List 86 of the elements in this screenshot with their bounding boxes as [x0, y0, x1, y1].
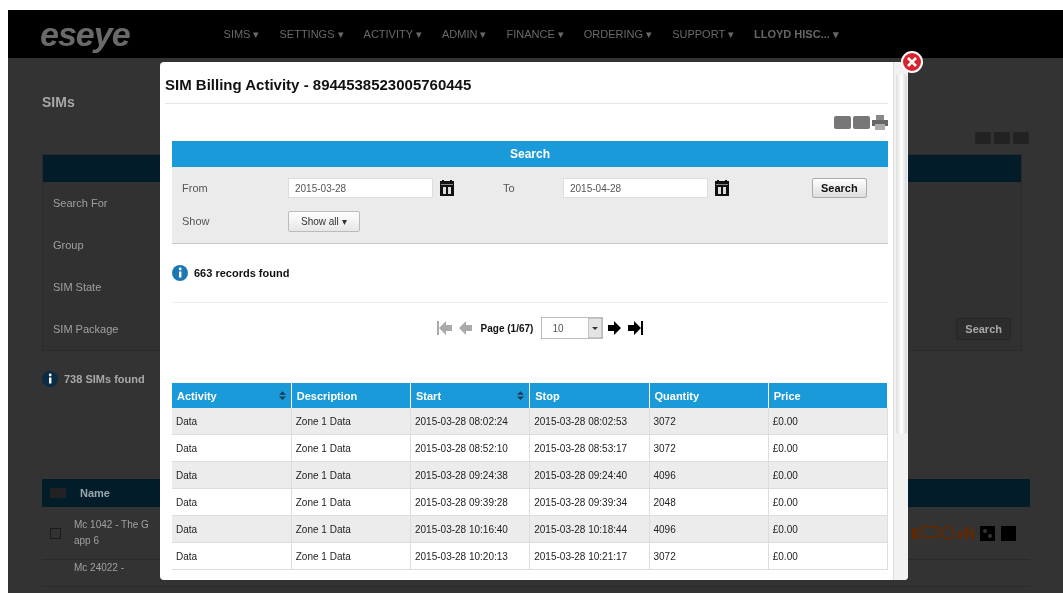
column-header[interactable]: Stop — [529, 383, 649, 408]
table-cell: £0.00 — [768, 434, 888, 462]
table-cell: Zone 1 Data — [291, 542, 411, 570]
table-cell: 2015-03-28 09:24:38 — [410, 461, 530, 489]
table-cell: £0.00 — [768, 408, 888, 435]
panel-title: Search — [172, 141, 888, 167]
page-indicator: Page (1/67) — [480, 322, 534, 334]
nav-menu-item[interactable]: SETTINGS ▾ — [279, 27, 344, 41]
nav-menu-item[interactable]: SIMS ▾ — [223, 27, 260, 41]
to-date-field[interactable]: 2015-04-28 — [563, 178, 708, 198]
nav-menu-item[interactable]: FINANCE ▾ — [506, 27, 564, 41]
nav-menu-item[interactable]: LLOYD HISC... ▾ — [753, 27, 839, 41]
table-cell: 2015-03-28 10:18:44 — [529, 515, 649, 543]
calendar-icon[interactable] — [440, 180, 454, 196]
table-cell-text: Mc 24022 - — [73, 561, 126, 575]
table-cell: 2015-03-28 09:24:40 — [529, 461, 649, 489]
table-cell: 2015-03-28 09:39:28 — [410, 488, 530, 516]
page-size-select[interactable]: 10 — [541, 317, 604, 339]
to-label: To — [503, 182, 516, 194]
column-header[interactable]: Activity — [172, 383, 292, 408]
table-cell: £0.00 — [768, 461, 888, 489]
checkbox[interactable] — [50, 488, 66, 498]
nav-menu-item[interactable]: ADMIN ▾ — [441, 27, 487, 41]
table-cell: Zone 1 Data — [291, 515, 411, 543]
table-cell: 4096 — [649, 515, 769, 543]
sort-icon[interactable] — [278, 391, 286, 400]
table-cell: 2015-03-28 10:21:17 — [529, 542, 649, 570]
table-cell: Zone 1 Data — [291, 434, 411, 462]
table-cell: £0.00 — [768, 488, 888, 516]
table-cell: Data — [172, 515, 292, 543]
filter-label: SIM Package — [53, 323, 119, 335]
nav-menu-item[interactable]: SUPPORT ▾ — [672, 27, 734, 41]
next-page-icon[interactable] — [607, 320, 624, 336]
logo[interactable]: eseye — [40, 14, 130, 54]
table-cell: Zone 1 Data — [291, 488, 411, 516]
table-cell: Data — [172, 488, 292, 516]
search-button[interactable]: Search — [812, 178, 867, 198]
filter-label: Search For — [53, 197, 108, 209]
show-dropdown[interactable]: Show all ▾ — [288, 210, 360, 232]
records-count: 663 records found — [194, 267, 290, 279]
info-icon — [42, 371, 58, 387]
column-header[interactable]: Description — [291, 383, 411, 408]
table-cell: 2015-03-28 10:20:13 — [410, 542, 530, 570]
table-cell: 3072 — [649, 542, 769, 570]
table-cell: 2015-03-28 08:53:17 — [529, 434, 649, 462]
sort-icon[interactable] — [517, 391, 525, 400]
nav-menu-item[interactable]: ORDERING ▾ — [583, 27, 653, 41]
show-label: Show — [182, 215, 211, 227]
column-header[interactable]: Quantity — [649, 383, 769, 408]
table-cell: 2015-03-28 08:02:53 — [529, 408, 649, 435]
calendar-icon[interactable] — [715, 180, 729, 196]
scrollbar[interactable] — [893, 62, 908, 580]
table-cell: Data — [172, 542, 292, 570]
table-cell: £0.00 — [768, 515, 888, 543]
table-cell: £0.00 — [768, 542, 888, 570]
first-page-icon[interactable] — [436, 320, 453, 336]
results-count: 738 SIMs found — [64, 373, 145, 385]
table-cell: 2015-03-28 08:02:24 — [410, 408, 530, 435]
table-cell: Zone 1 Data — [291, 408, 411, 435]
dialog-title: SIM Billing Activity - 8944538523005760445 — [165, 76, 888, 104]
info-icon — [172, 265, 188, 281]
table-cell: 2048 — [649, 488, 769, 516]
from-date-field[interactable]: 2015-03-28 — [288, 178, 433, 198]
search-button[interactable]: Search — [956, 318, 1011, 340]
from-label: From — [182, 182, 209, 194]
table-cell: Zone 1 Data — [291, 461, 411, 489]
table-cell: Data — [172, 461, 292, 489]
column-header[interactable]: Name — [74, 487, 110, 499]
table-cell: 2015-03-28 10:16:40 — [410, 515, 530, 543]
checkbox[interactable] — [50, 527, 61, 539]
table-cell: Data — [172, 434, 292, 462]
column-header[interactable]: Start — [410, 383, 530, 408]
filter-label: SIM State — [53, 281, 102, 293]
table-cell: 2015-03-28 09:39:34 — [529, 488, 649, 516]
column-header[interactable]: Price — [768, 383, 888, 408]
page-title: SIMs — [42, 94, 76, 110]
table-cell: Data — [172, 408, 292, 435]
table-cell-text: Mc 1042 - The G app 6 — [73, 518, 150, 548]
table-cell: 4096 — [649, 461, 769, 489]
nav-menu-item[interactable]: ACTIVITY ▾ — [363, 27, 422, 41]
print-icon[interactable] — [872, 114, 888, 130]
filter-label: Group — [53, 239, 84, 251]
table-cell: 3072 — [649, 408, 769, 435]
table-cell: 3072 — [649, 434, 769, 462]
table-cell: 2015-03-28 08:52:10 — [410, 434, 530, 462]
last-page-icon[interactable] — [627, 320, 644, 336]
